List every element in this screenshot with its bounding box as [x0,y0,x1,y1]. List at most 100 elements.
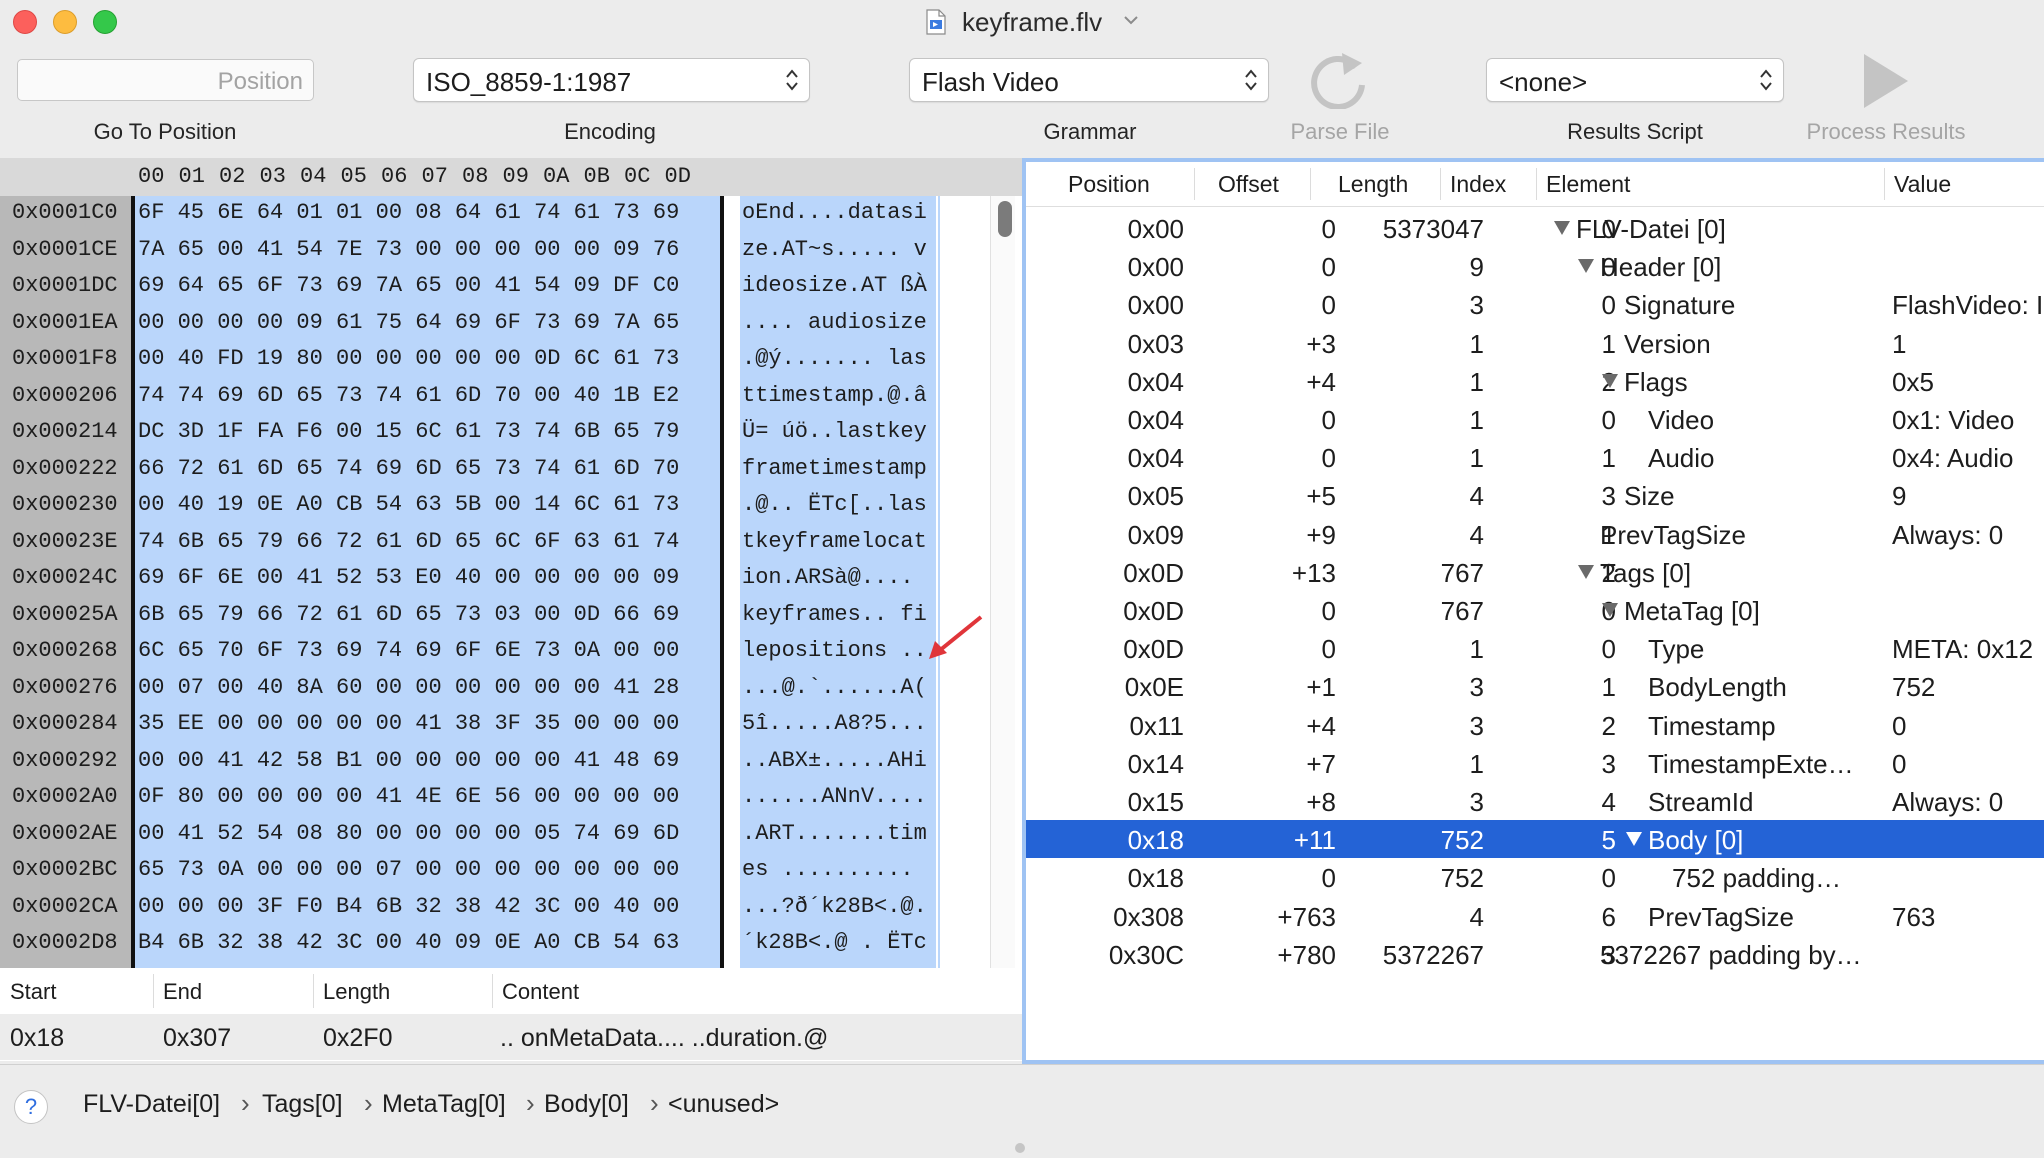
outline-row[interactable]: 0x09 +9 4 1 PrevTagSize Always: 0 [1026,515,2044,553]
column-position[interactable]: Position [1068,171,1150,198]
outline-row[interactable]: 0x18 0 752 0 752 padding… [1026,858,2044,896]
outline-row[interactable]: 0x03 +3 1 1 Version 1 [1026,324,2044,362]
zoom-window-button[interactable] [93,10,117,34]
hex-ascii: ...@.`......A( [742,674,927,700]
disclosure-triangle-icon[interactable] [1602,373,1618,388]
column-length[interactable]: Length [1338,171,1408,198]
hex-scrollbar-thumb[interactable] [998,201,1012,237]
outline-idx: 0 [1601,863,1616,894]
outline-row[interactable]: 0x0E +1 3 1 BodyLength 752 [1026,667,2044,705]
hex-bytes: 6B 65 79 66 72 61 6D 65 73 03 00 0D 66 6… [138,601,680,627]
column-end[interactable]: End [163,979,202,1005]
column-element[interactable]: Element [1546,171,1630,198]
encoding-select[interactable]: ISO_8859-1:1987 [413,58,810,102]
outline-len: 5372267 [1382,939,1484,970]
outline-row[interactable]: 0x05 +5 4 3 Size 9 [1026,476,2044,514]
outline-pos: 0x00 [1127,214,1184,244]
outline-row[interactable]: 0x14 +7 1 3 TimestampExte… 0 [1026,744,2044,782]
hex-ascii: ideosize.AT ßÀ [742,273,927,298]
reload-icon[interactable] [1304,47,1374,109]
disclosure-triangle-icon[interactable] [1578,564,1594,579]
column-length[interactable]: Length [323,979,390,1005]
breadcrumb-item[interactable]: <unused> [668,1090,779,1119]
hex-column-label: 07 [421,164,448,189]
breadcrumb-item[interactable]: MetaTag[0] [382,1090,506,1119]
outline-row[interactable]: 0x15 +8 3 4 StreamId Always: 0 [1026,782,2044,820]
close-window-button[interactable] [13,10,37,34]
hex-view[interactable]: 00 01 02 03 04 05 06 07 08 09 0A 0B 0C 0D 0x0001C0 6F … [0,158,1022,968]
hex-addr: 0x0002AE [12,820,118,846]
hex-ascii: ion.ARSà@.... [742,565,914,590]
outline-element-label: FLV-Datei [0] [1576,214,1726,244]
updown-arrows-icon [786,69,798,91]
hex-addr: 0x0001C0 [12,200,118,225]
outline-row[interactable]: 0x04 +4 1 2 Flags 0x5 [1026,362,2044,400]
chevron-down-icon[interactable] [1122,14,1140,26]
outline-element-label: Signature [1624,290,1736,321]
column-index[interactable]: Index [1450,171,1506,198]
hex-bytes: 6F 45 6E 64 01 01 00 08 64 61 74 61 73 6… [138,200,680,225]
play-icon[interactable] [1858,50,1914,112]
hex-scrollbar[interactable] [990,196,1015,968]
outline-element-label: Type [1648,634,1705,665]
hex-addr: 0x000230 [12,492,118,517]
outline-element: Header [0] [1578,252,1721,283]
title-bar: keyframe.flv [0,0,2044,46]
breadcrumb-item[interactable]: Tags[0] [262,1090,343,1119]
outline-pos: 0x09 [1127,519,1184,550]
hex-ascii: 5î.....A8?5... [742,711,927,736]
outline-row[interactable]: 0x0D 0 767 0 MetaTag [0] [1026,591,2044,629]
breadcrumb-separator-icon: › [364,1088,373,1118]
document-icon [926,9,946,35]
outline-off: 0 [1321,252,1336,283]
breadcrumb-item[interactable]: FLV-Datei[0] [83,1090,220,1119]
column-value[interactable]: Value [1894,171,1951,198]
outline-element: TimestampExte… [1648,749,1854,780]
outline-row[interactable]: 0x04 0 1 1 Audio 0x4: Audio [1026,438,2044,476]
hex-addr: 0x000268 [12,638,118,663]
outline-len: 1 [1469,634,1484,665]
outline-element-label: Size [1624,481,1675,512]
column-offset[interactable]: Offset [1218,171,1279,198]
outline-row[interactable]: 0x00 0 9 0 Header [0] [1026,247,2044,285]
outline-row[interactable]: 0x04 0 1 0 Video 0x1: Video [1026,400,2044,438]
minimize-window-button[interactable] [53,10,77,34]
outline-len: 4 [1469,481,1484,512]
disclosure-triangle-icon[interactable] [1554,221,1570,235]
outline-row[interactable]: 0x0D +13 767 2 Tags [0] [1026,553,2044,591]
outline-off: +780 [1277,939,1336,970]
outline-element: StreamId [1648,787,1754,818]
split-resize-handle[interactable] [1015,1143,1025,1153]
disclosure-triangle-icon[interactable] [1578,259,1594,274]
results-script-select[interactable]: <none> [1486,58,1784,102]
outline-pos: 0x0D [1123,557,1184,588]
outline-row[interactable]: 0x0D 0 1 0 Type META: 0x12 [1026,629,2044,667]
outline-row[interactable]: 0x11 +4 3 2 Timestamp 0 [1026,706,2044,744]
position-input[interactable]: Position [17,59,314,101]
hex-column-label: 0C [624,164,651,189]
outline-idx: 0 [1601,405,1616,435]
column-start[interactable]: Start [10,979,56,1005]
outline-idx: 5 [1601,825,1616,856]
column-content[interactable]: Content [502,979,579,1005]
disclosure-triangle-icon[interactable] [1626,832,1642,847]
help-button[interactable]: ? [14,1090,48,1124]
outline-element: Tags [0] [1578,558,1691,589]
disclosure-triangle-icon[interactable] [1602,603,1618,617]
grammar-select[interactable]: Flash Video [909,58,1269,102]
hex-bytes: 65 73 0A 00 00 00 07 00 00 00 00 00 00 0… [138,857,680,882]
outline-row[interactable]: 0x30C +780 5372267 3 5372267 padding by… [1026,935,2044,973]
outline-len: 4 [1469,519,1484,550]
outline-idx: 1 [1601,672,1616,703]
outline-row[interactable]: 0x00 0 3 0 Signature FlashVideo: I [1026,285,2044,323]
outline-row[interactable]: 0x18 +11 752 5 Body [0] [1026,820,2044,859]
outline-len: 1 [1469,328,1484,359]
outline-row[interactable]: 0x00 0 5373047 0 FLV-Datei [0] [1026,209,2044,247]
breadcrumb-item[interactable]: Body[0] [544,1090,629,1119]
outline-len: 9 [1469,252,1484,283]
structure-outline[interactable]: Position Offset Length Index Element Val… [1022,158,2044,1064]
selection-row[interactable]: 0x18 0x307 0x2F0 .. onMetaData.... ..dur… [0,1014,1022,1060]
grammar-value: Flash Video [922,67,1059,97]
parse-file-label: Parse File [1290,119,1390,144]
outline-row[interactable]: 0x308 +763 4 6 PrevTagSize 763 [1026,897,2044,935]
